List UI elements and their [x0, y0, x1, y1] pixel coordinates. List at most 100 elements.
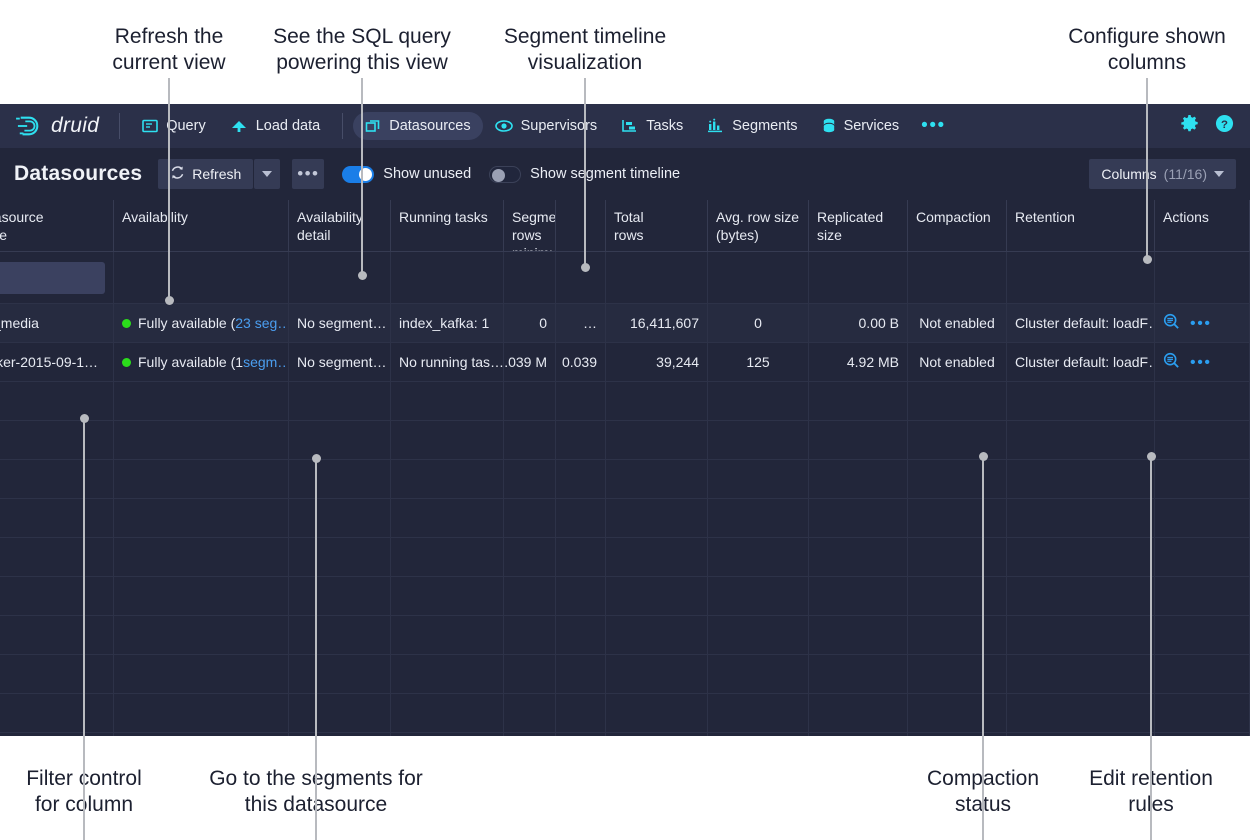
more-actions-icon[interactable]: ••• [1190, 359, 1212, 366]
filter-cell[interactable] [0, 252, 114, 303]
empty-cell [289, 499, 391, 537]
segments-link[interactable]: 23 seg… [235, 315, 289, 331]
column-header[interactable]: Retention [1007, 200, 1155, 251]
table-row[interactable]: cial_mediaFully available (23 seg…No seg… [0, 304, 1250, 343]
column-header[interactable]: Total rows [606, 200, 708, 251]
table-empty-row [0, 460, 1250, 499]
empty-cell [1155, 616, 1250, 654]
cell-total-rows: 39,244 [606, 343, 708, 381]
help-icon[interactable]: ? [1215, 114, 1234, 138]
filter-cell[interactable] [606, 252, 708, 303]
empty-cell [809, 538, 908, 576]
column-header[interactable]: Availability detail [289, 200, 391, 251]
cell-actions[interactable]: ••• [1155, 304, 1250, 342]
view-sql-more-button[interactable]: ••• [292, 159, 324, 189]
column-header[interactable]: Running tasks [391, 200, 504, 251]
nav-label-datasources: Datasources [389, 118, 470, 134]
table-empty-row [0, 616, 1250, 655]
empty-cell [0, 616, 114, 654]
empty-cell [114, 655, 289, 693]
refresh-button-group: Refresh [158, 159, 280, 189]
empty-cell [391, 421, 504, 459]
filter-cell[interactable] [809, 252, 908, 303]
empty-cell [391, 460, 504, 498]
empty-cell [391, 577, 504, 615]
filter-cell[interactable] [908, 252, 1007, 303]
nav-label-segments: Segments [732, 118, 797, 134]
cell-segment-rows-avg: … [556, 304, 606, 342]
column-header[interactable]: Segment rows minimum / a… [504, 200, 556, 251]
filter-cell[interactable] [1007, 252, 1155, 303]
refresh-dropdown-button[interactable] [254, 159, 280, 189]
filter-cell[interactable] [504, 252, 556, 303]
empty-cell [1155, 694, 1250, 732]
column-header[interactable]: Availability [114, 200, 289, 251]
nav-item-query[interactable]: Query [130, 112, 218, 140]
show-unused-toggle[interactable] [342, 166, 374, 183]
empty-cell [114, 538, 289, 576]
query-magnifier-icon[interactable] [1163, 313, 1180, 333]
druid-logo-icon [14, 114, 44, 138]
empty-cell [289, 382, 391, 420]
empty-cell [1007, 382, 1155, 420]
empty-cell [809, 499, 908, 537]
toggle-knob [492, 169, 505, 182]
cell-actions[interactable]: ••• [1155, 343, 1250, 381]
cell-running-tasks: index_kafka: 1 [391, 304, 504, 342]
empty-cell [289, 538, 391, 576]
empty-cell [1007, 616, 1155, 654]
nav-label-tasks: Tasks [646, 118, 683, 134]
column-header[interactable]: Actions [1155, 200, 1250, 251]
nav-item-datasources[interactable]: Datasources [353, 112, 482, 140]
nav-item-supervisors[interactable]: Supervisors [483, 112, 610, 140]
caret-down-icon [1214, 165, 1224, 183]
empty-cell [708, 460, 809, 498]
annotation-leader-line [315, 459, 317, 840]
empty-cell [1007, 577, 1155, 615]
nav-right-actions: ? [1180, 104, 1234, 148]
datasources-table[interactable]: Datasource nameAvailabilityAvailability … [0, 200, 1250, 736]
empty-cell [606, 499, 708, 537]
druid-logo[interactable]: druid [14, 114, 99, 138]
nav-item-tasks[interactable]: Tasks [609, 112, 695, 140]
empty-cell [504, 538, 556, 576]
table-row[interactable]: kiticker-2015-09-1…Fully available (1 se… [0, 343, 1250, 382]
nav-more-icon[interactable]: ••• [911, 121, 955, 131]
empty-cell [708, 538, 809, 576]
query-magnifier-icon[interactable] [1163, 352, 1180, 372]
gear-icon[interactable] [1180, 114, 1199, 138]
nav-item-load-data[interactable]: Load data [218, 112, 333, 140]
columns-button[interactable]: Columns (11/16) [1089, 159, 1236, 189]
column-header[interactable]: Compaction [908, 200, 1007, 251]
table-filter-row[interactable] [0, 252, 1250, 304]
cell-total-rows: 16,411,607 [606, 304, 708, 342]
empty-cell [708, 733, 809, 736]
segments-link[interactable]: segm… [243, 354, 289, 370]
empty-cell [708, 499, 809, 537]
availability-segment-count: 1 [235, 354, 243, 370]
empty-cell [289, 616, 391, 654]
empty-cell [606, 577, 708, 615]
column-header[interactable]: Datasource name [0, 200, 114, 251]
filter-cell[interactable] [114, 252, 289, 303]
column-header[interactable]: Avg. row size (bytes) [708, 200, 809, 251]
empty-cell [289, 733, 391, 736]
empty-cell [114, 733, 289, 736]
nav-item-services[interactable]: Services [810, 112, 912, 140]
cell-replicated-size: 0.00 B [809, 304, 908, 342]
filter-cell[interactable] [1155, 252, 1250, 303]
more-actions-icon[interactable]: ••• [1190, 320, 1212, 327]
cell-segment-rows-min: 0 [504, 304, 556, 342]
filter-cell[interactable] [289, 252, 391, 303]
filter-cell[interactable] [708, 252, 809, 303]
column-header[interactable] [556, 200, 606, 251]
show-segment-timeline-toggle[interactable] [489, 166, 521, 183]
search-input[interactable] [0, 262, 105, 294]
refresh-button[interactable]: Refresh [158, 159, 253, 189]
column-header[interactable]: Replicated size [809, 200, 908, 251]
nav-item-segments[interactable]: Segments [695, 112, 809, 140]
refresh-icon [170, 165, 185, 183]
filter-cell[interactable] [556, 252, 606, 303]
empty-cell [1007, 460, 1155, 498]
filter-cell[interactable] [391, 252, 504, 303]
